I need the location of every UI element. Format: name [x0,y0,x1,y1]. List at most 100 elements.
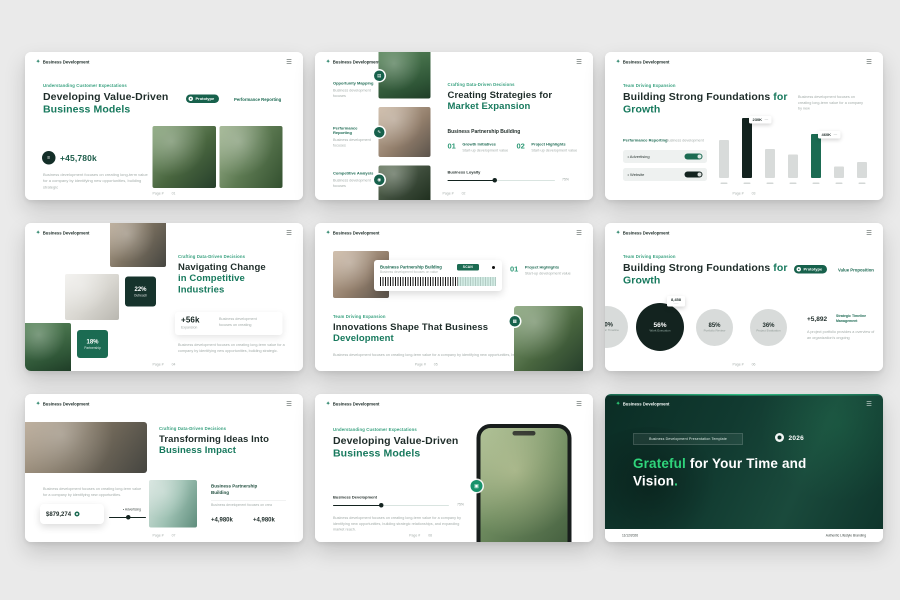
media-icon: ▦ [510,316,521,327]
page-footer: Page #07 [153,534,176,538]
right-heading: Business Partnership Building [211,483,266,496]
slider-value: 75% [562,178,569,182]
stat-value: +56k [181,316,200,325]
stat-side-text: Business developmentfocuses on creating [219,316,257,328]
brand-name: Business Development [623,401,670,406]
currency-icon [75,512,80,517]
slide-thumbnail-9: ✦Business Development ☰ Business Develop… [605,394,883,542]
badge-icon [797,267,802,272]
page-label: Page # [409,534,420,538]
slider-label: Business Loyalty [448,170,481,175]
stat-value: +45,780k [60,154,97,164]
slider-label: Business Development [333,495,377,500]
brand-name: Business Development [43,401,90,406]
slider[interactable] [333,505,449,506]
slide-thumbnail-8: ✦Business Development ☰ Understanding Cu… [315,394,593,542]
photo-architecture [149,480,197,528]
brand-name: Business Development [43,230,90,235]
brand-name: Business Development [333,59,380,64]
chart-bar [834,167,844,179]
year-group: 2026 [775,433,804,442]
logo-icon: ✦ [616,401,620,406]
card-title: Business Partnership Building [380,265,442,270]
photo-presentation [514,306,583,371]
slide-title: Transforming Ideas IntoBusiness Impact [159,434,289,456]
photo-colleagues [220,126,283,188]
chart-bar [719,140,729,178]
revenue-card: $879,274 [40,504,104,524]
slide-eyebrow: Team Driving Expansion [333,314,386,319]
slide-grid: ✦Business Development ☰ Understanding Cu… [25,52,883,542]
page-label: Page # [153,192,164,196]
menu-icon[interactable]: ☰ [576,230,582,237]
brand-name: Business Development [333,401,380,406]
list-item: Opportunity MappingBusiness developmentf… [333,81,374,99]
progress-label: • Advertising [123,508,141,512]
performance-reporting-label: Performance Reporting [234,97,281,102]
menu-icon[interactable]: ☰ [286,230,292,237]
stat-icon: ≡ [42,151,56,165]
list-item: Performance ReportingBusiness developmen… [333,126,374,148]
photo-team-table [379,166,431,201]
menu-icon[interactable]: ☰ [576,401,582,408]
thank-you-title: Grateful for Your Time and Vision. [633,455,833,490]
menu-icon[interactable]: ☰ [866,59,872,66]
brand-logo: ✦Business Development [36,230,89,235]
brand-name: Business Development [43,59,90,64]
prototype-badge: Prototype [794,265,827,274]
slide-title: Building Strong Foundationsfor Growth [623,262,796,287]
stat-value: +4,980k [253,516,275,523]
body-text: Business development focuses on creating… [43,172,151,191]
page-footer: Page #05 [415,363,438,367]
toggle-row-website[interactable]: Website [623,168,707,181]
progress-bar [109,517,146,518]
brand-logo: ✦Business Development [36,401,89,406]
menu-icon[interactable]: ☰ [286,59,292,66]
toggle-switch[interactable] [685,154,703,160]
photo-meeting [110,223,166,267]
brand-logo: ✦Business Development [36,59,89,64]
percent-circle-highlight: 56%Work Execution [636,303,684,351]
body-text: Business development focuses on creating… [178,342,286,354]
slider-handle[interactable] [493,178,498,183]
menu-icon[interactable]: ☰ [286,401,292,408]
slider[interactable] [448,180,556,181]
list-item: Competitive AnalysisBusiness development… [333,171,374,189]
stat-label: Expansion [181,326,197,330]
slide-thumbnail-4: ✦Business Development ☰ 22%Outreach 18%P… [25,223,303,371]
chart-callout: 460K— [818,131,841,139]
scan-button[interactable]: SCAN [457,264,479,271]
brand-name: Business Development [623,230,670,235]
slide-title: Developing Value-DrivenBusiness Models [333,435,488,460]
slide-eyebrow: Crafting Data-Driven Decisions [178,254,245,259]
chart-callout: 230K— [749,116,772,124]
stat-label: Strategic Timeline Management [836,314,871,324]
menu-icon[interactable]: ☰ [866,401,872,408]
slide-thumbnail-2: ✦Business Development ☰ ▤ ✎ ◉ Opportunit… [315,52,593,200]
slide-eyebrow: Understanding Customer Expectations [333,427,417,432]
slider-handle[interactable] [379,503,384,508]
toggle-row-advertising[interactable]: Advertising [623,150,707,163]
chart-bar [765,149,775,178]
page-label: Page # [153,534,164,538]
photo-desk-items [65,274,119,320]
side-text: Business development focuses on creating… [798,94,868,111]
slide-eyebrow: Crafting Data-Driven Decisions [448,82,515,87]
template-badge: Business Development Presentation Templa… [633,433,743,445]
panel-subheading: Business development [666,138,704,143]
page-label: Page # [443,192,454,196]
slide-subtitle: Business Partnership Building [448,129,521,135]
slide-title: Creating Strategies forMarket Expansion [448,90,578,112]
logo-icon: ✦ [36,59,40,64]
chart-bar [811,134,821,178]
brand-logo: ✦Business Development [616,230,669,235]
chart-tooltip: 8,458—— [667,296,685,307]
percent-circle: 20%Strategic Timeline [605,306,628,348]
menu-icon[interactable]: ☰ [866,230,872,237]
slide-eyebrow: Team Driving Expansion [623,254,676,259]
slide-footer: 11/12/2026Authentic Lifestyle Branding [605,529,883,542]
menu-icon[interactable]: ☰ [576,59,582,66]
progress-handle[interactable] [126,515,131,520]
dot-icon [492,266,495,269]
toggle-switch[interactable] [685,172,703,178]
